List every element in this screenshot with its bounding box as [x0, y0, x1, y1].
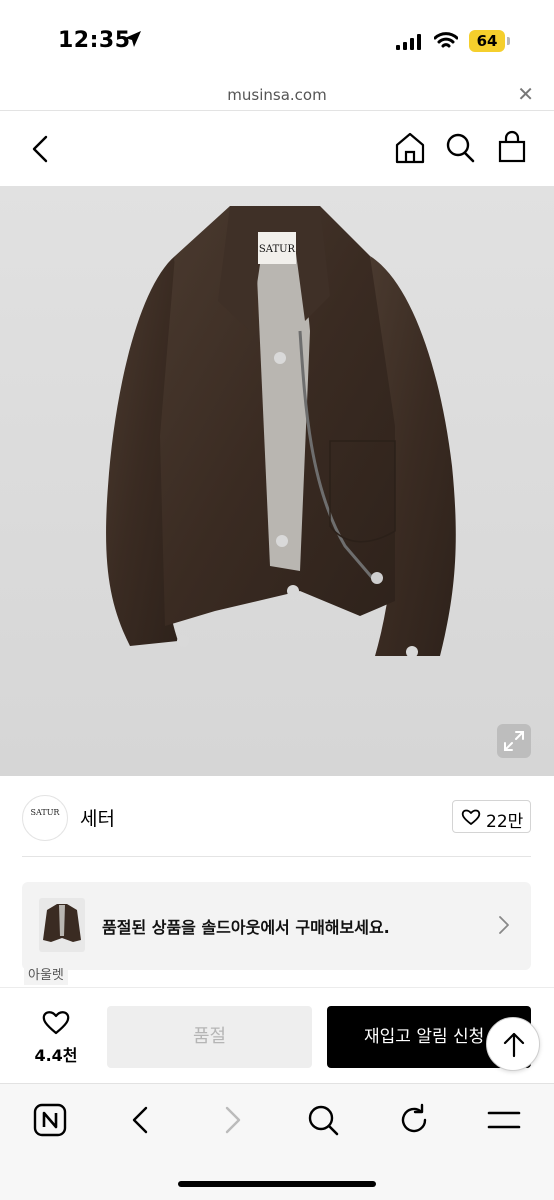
reload-icon [401, 1103, 427, 1133]
brand-name[interactable]: 세터 [80, 804, 115, 831]
search-icon [308, 1105, 339, 1136]
chevron-left-icon [32, 135, 48, 163]
expand-icon [504, 731, 524, 751]
home-icon [395, 132, 425, 164]
battery-indicator: 64 [469, 30, 505, 52]
expand-button[interactable] [497, 724, 531, 758]
browser-back-button[interactable] [123, 1102, 159, 1138]
browser-forward-button[interactable] [214, 1102, 250, 1138]
site-header [0, 111, 554, 186]
back-button[interactable] [26, 133, 56, 165]
home-button[interactable] [394, 131, 426, 165]
brand-row[interactable]: SATUR 세터 22만 [0, 776, 554, 856]
banner-thumbnail [39, 898, 85, 952]
url-text[interactable]: musinsa.com [0, 86, 554, 104]
cellular-signal-icon [396, 34, 422, 54]
wifi-icon [433, 31, 459, 55]
search-icon [446, 133, 475, 163]
url-bar[interactable]: musinsa.com ✕ [0, 78, 554, 111]
wishlist-button[interactable]: 4.4천 [26, 1008, 86, 1068]
heart-icon [41, 1011, 71, 1040]
forward-arrow-icon [225, 1106, 241, 1134]
location-arrow-icon [124, 30, 142, 52]
heart-icon [461, 808, 481, 830]
divider [22, 856, 531, 857]
status-time: 12:35 [58, 28, 131, 53]
battery-cap [507, 37, 510, 45]
outlet-tag: 아울렛 [24, 962, 68, 985]
brand-logo[interactable]: SATUR [22, 795, 68, 841]
hamburger-menu-icon [487, 1111, 521, 1129]
chevron-right-icon [497, 914, 511, 940]
home-indicator [178, 1181, 376, 1187]
product-label-text: SATUR [259, 244, 296, 255]
product-image[interactable]: SATUR [0, 186, 554, 776]
banner-text: 품절된 상품을 솔드아웃에서 구매해보세요. [102, 918, 390, 937]
scroll-to-top-button[interactable] [486, 1017, 540, 1071]
search-button[interactable] [444, 131, 476, 165]
status-bar: 12:35 64 [0, 0, 554, 78]
brand-like-count: 22만 [486, 812, 524, 832]
jacket-image: SATUR [106, 206, 456, 658]
purchase-bar: 4.4천 품절 재입고 알림 신청 [0, 987, 554, 1083]
menu-button[interactable] [486, 1102, 522, 1138]
shopping-bag-icon [498, 130, 526, 163]
back-arrow-icon [132, 1106, 148, 1134]
soldout-button[interactable]: 품절 [107, 1006, 312, 1068]
shopping-bag-button[interactable] [496, 130, 528, 164]
naver-home-button[interactable] [32, 1102, 68, 1138]
brand-like-button[interactable]: 22만 [452, 800, 531, 833]
brand-logo-text: SATUR [30, 808, 60, 817]
soldout-banner[interactable]: 품절된 상품을 솔드아웃에서 구매해보세요. [22, 882, 531, 970]
naver-icon [33, 1103, 67, 1137]
wishlist-count: 4.4천 [34, 1046, 78, 1065]
arrow-up-icon [503, 1032, 525, 1058]
browser-search-button[interactable] [305, 1102, 341, 1138]
close-icon[interactable]: ✕ [517, 82, 534, 106]
reload-button[interactable] [396, 1102, 432, 1138]
